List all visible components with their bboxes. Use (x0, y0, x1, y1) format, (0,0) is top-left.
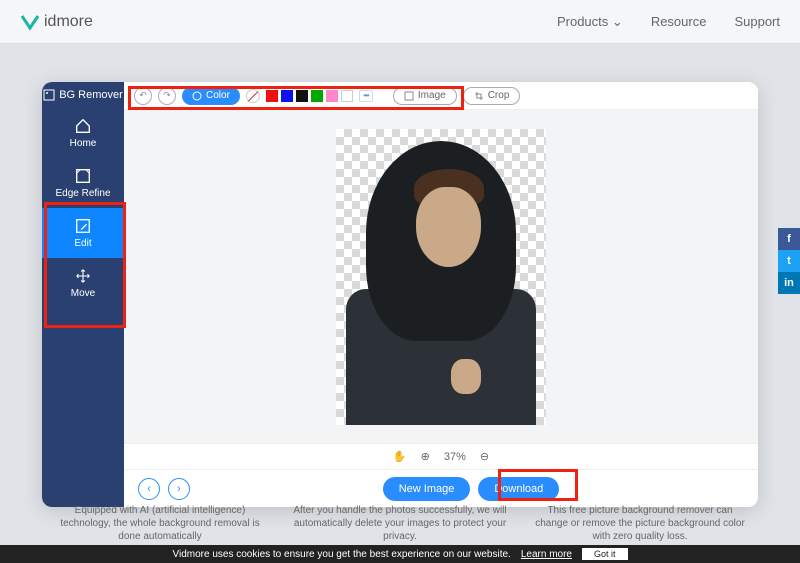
preview-image (336, 129, 546, 425)
sidebar-label: Edit (74, 238, 91, 249)
linkedin-icon[interactable]: in (778, 272, 800, 294)
image-tool[interactable]: Image (393, 87, 457, 105)
nav-resource[interactable]: Resource (651, 14, 707, 30)
zoom-in-icon[interactable]: ⊕ (421, 450, 430, 463)
home-icon (74, 117, 92, 135)
sidebar-item-edge-refine[interactable]: Edge Refine (42, 158, 124, 208)
sidebar: BG Remover Home Edge Refine Edit Move (42, 82, 124, 507)
sidebar-item-edit[interactable]: Edit (42, 208, 124, 258)
color-swatch[interactable] (281, 90, 293, 102)
more-colors[interactable]: ••• (359, 90, 373, 102)
palette-icon (192, 91, 202, 101)
redo-button[interactable]: ↷ (158, 87, 176, 105)
twitter-icon[interactable]: t (778, 250, 800, 272)
cookie-text: Vidmore uses cookies to ensure you get t… (172, 549, 510, 560)
brand-name: idmore (44, 13, 93, 31)
zoom-bar: ✋ ⊕ 37% ⊖ (124, 443, 758, 469)
next-button[interactable]: › (168, 478, 190, 500)
nav-support[interactable]: Support (734, 14, 780, 30)
cookie-accept-button[interactable]: Got it (582, 548, 628, 560)
color-swatch[interactable] (326, 90, 338, 102)
sidebar-label: Edge Refine (55, 188, 110, 199)
sidebar-item-home[interactable]: Home (42, 108, 124, 158)
crop-icon (474, 91, 484, 101)
cookie-banner: Vidmore uses cookies to ensure you get t… (0, 545, 800, 563)
feature-descriptions: Equipped with AI (artificial intelligenc… (0, 504, 800, 543)
color-swatch[interactable] (341, 90, 353, 102)
desc-ai: Equipped with AI (artificial intelligenc… (50, 504, 270, 543)
app-modal: BG Remover Home Edge Refine Edit Move ↶ … (42, 82, 758, 507)
no-color-swatch[interactable] (246, 89, 260, 103)
move-icon (74, 267, 92, 285)
top-header: idmore Products ⌄ Resource Support (0, 0, 800, 44)
chevron-down-icon: ⌄ (612, 14, 623, 29)
desc-privacy: After you handle the photos successfully… (290, 504, 510, 543)
color-swatches (266, 90, 353, 102)
new-image-button[interactable]: New Image (383, 477, 471, 501)
pan-hand-icon[interactable]: ✋ (393, 450, 407, 463)
subject-silhouette (336, 129, 546, 425)
social-rail: f t in (778, 228, 800, 294)
canvas-area[interactable] (124, 110, 758, 443)
top-nav: Products ⌄ Resource Support (557, 14, 780, 30)
edit-icon (74, 217, 92, 235)
crop-tool[interactable]: Crop (463, 87, 521, 105)
picture-icon (404, 91, 414, 101)
undo-button[interactable]: ↶ (134, 87, 152, 105)
brand-logo[interactable]: idmore (20, 12, 93, 32)
color-swatch[interactable] (266, 90, 278, 102)
color-swatch[interactable] (311, 90, 323, 102)
main-area: ↶ ↷ Color ••• Image Crop (124, 82, 758, 507)
desc-quality: This free picture background remover can… (530, 504, 750, 543)
cookie-learn-more[interactable]: Learn more (521, 549, 572, 560)
prev-button[interactable]: ‹ (138, 478, 160, 500)
color-swatch[interactable] (296, 90, 308, 102)
download-button[interactable]: Download (478, 477, 559, 501)
bottom-bar: ‹ › New Image Download (124, 469, 758, 507)
logo-icon (20, 12, 40, 32)
app-title: BG Remover (42, 82, 124, 108)
nav-products[interactable]: Products ⌄ (557, 14, 623, 30)
sidebar-label: Home (70, 138, 97, 149)
sidebar-label: Move (71, 288, 95, 299)
facebook-icon[interactable]: f (778, 228, 800, 250)
image-icon (43, 89, 55, 101)
zoom-out-icon[interactable]: ⊖ (480, 450, 489, 463)
edit-toolbar: ↶ ↷ Color ••• Image Crop (124, 82, 758, 110)
zoom-value: 37% (444, 451, 466, 463)
edge-refine-icon (74, 167, 92, 185)
color-tool[interactable]: Color (182, 87, 240, 105)
sidebar-item-move[interactable]: Move (42, 258, 124, 308)
